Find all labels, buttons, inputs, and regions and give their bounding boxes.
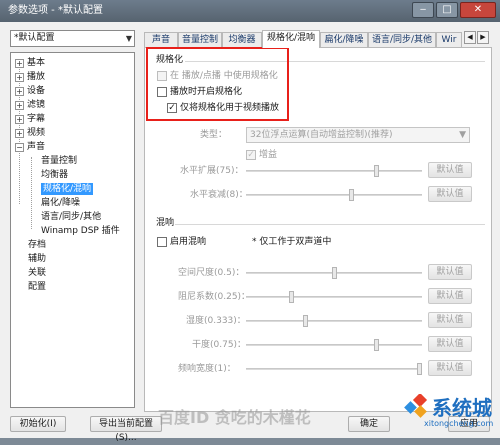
brand-name: 系统城 [432, 396, 492, 420]
stereo-only-note: * 仅工作于双声道中 [252, 237, 332, 247]
damping-label: 阻尼系数(0.25)： [178, 292, 251, 302]
tab-normalize-reverb[interactable]: 规格化/混响 [262, 30, 320, 48]
reverb-header: 混响 [156, 218, 175, 228]
width-slider[interactable] [246, 363, 422, 375]
slider-thumb [303, 315, 308, 327]
highlight-box [146, 47, 289, 121]
tab-audio[interactable]: 声音 [144, 32, 178, 47]
h-decay-slider[interactable] [246, 189, 422, 201]
room-size-label: 空间尺度(0.5)： [178, 268, 245, 278]
tree-item-device[interactable]: + 设备 [15, 85, 45, 97]
tree-item-assist[interactable]: 辅助 [28, 253, 46, 265]
brand-logo-icon [404, 394, 428, 418]
tree-item-archive[interactable]: 存档 [28, 239, 46, 251]
profile-select-value: *默认配置 [14, 33, 55, 43]
tree-item-winamp-dsp[interactable]: Winamp DSP 插件 [41, 225, 120, 237]
window-title: 参数选项 - *默认配置 [8, 5, 103, 16]
h-expand-label: 水平扩展(75)： [180, 166, 244, 176]
init-button[interactable]: 初始化(I) [10, 416, 66, 432]
room-size-default-button[interactable]: 默认值 [428, 264, 472, 280]
maximize-button[interactable]: □ [436, 2, 458, 18]
expand-icon: + [15, 101, 24, 110]
expand-icon: + [15, 115, 24, 124]
tab-flatten-denoise[interactable]: 扁化/降噪 [320, 32, 368, 47]
dry-slider[interactable] [246, 339, 422, 351]
watermark-text: 百度ID 贪吃的木槿花 [158, 408, 311, 427]
minimize-button[interactable]: ‒ [412, 2, 434, 18]
expand-icon: + [15, 59, 24, 68]
tree-item-config[interactable]: 配置 [28, 281, 46, 293]
profile-select[interactable]: *默认配置 ▼ [10, 30, 135, 47]
type-select-value: 32位浮点运算(自动增益控制)(推荐) [250, 130, 393, 140]
damping-default-button[interactable]: 默认值 [428, 288, 472, 304]
dry-label: 干度(0.75)： [192, 340, 247, 350]
tab-equalizer[interactable]: 均衡器 [222, 32, 262, 47]
tree-item-normalize-reverb[interactable]: 规格化/混响 [41, 183, 94, 195]
preferences-window: 参数选项 - *默认配置 ‒ □ ✕ *默认配置 ▼ + 基本 + 播放 + 设备 +… [0, 0, 500, 443]
tree-item-volume-control[interactable]: 音量控制 [41, 155, 77, 167]
close-button[interactable]: ✕ [460, 2, 496, 18]
tree-item-equalizer[interactable]: 均衡器 [41, 169, 68, 181]
slider-thumb [417, 363, 422, 375]
brand-url: xitongcheng.com [424, 419, 494, 428]
tree-item-subtitle[interactable]: + 字幕 [15, 113, 45, 125]
h-decay-default-button[interactable]: 默认值 [428, 186, 472, 202]
tree-item-flatten-denoise[interactable]: 扁化/降噪 [41, 197, 80, 209]
tree-item-filter[interactable]: + 滤镜 [15, 99, 45, 111]
gain-label: 增益 [259, 150, 278, 160]
gain-checkbox[interactable]: ✓ [246, 150, 256, 160]
slider-thumb [332, 267, 337, 279]
slider-thumb [374, 339, 379, 351]
tab-language-sync[interactable]: 语言/同步/其他 [368, 32, 436, 47]
enable-reverb-checkbox[interactable] [157, 237, 167, 247]
ok-button[interactable]: 确定 [348, 416, 390, 432]
tree-item-language-sync[interactable]: 语言/同步/其他 [41, 211, 101, 223]
chevron-down-icon: ▼ [125, 34, 132, 43]
type-select[interactable]: 32位浮点运算(自动增益控制)(推荐) ▼ [246, 127, 470, 143]
tab-winamp[interactable]: Wir [436, 32, 462, 47]
tree-item-basic[interactable]: + 基本 [15, 57, 45, 69]
tree-item-association[interactable]: 关联 [28, 267, 46, 279]
h-expand-slider[interactable] [246, 165, 422, 177]
chevron-down-icon: ▼ [459, 130, 466, 140]
tab-scroll-right-icon[interactable]: ▶ [477, 31, 489, 44]
enable-reverb-label: 启用混响 [170, 237, 207, 247]
category-tree: + 基本 + 播放 + 设备 + 滤镜 + 字幕 + 视频 − 声音 音量控制 均衡器 规格化… [10, 52, 135, 408]
tab-volume[interactable]: 音量控制 [178, 32, 222, 47]
collapse-icon: − [15, 143, 24, 152]
wet-default-button[interactable]: 默认值 [428, 312, 472, 328]
slider-thumb [374, 165, 379, 177]
slider-thumb [349, 189, 354, 201]
width-label: 频响宽度(1)： [178, 364, 236, 374]
tab-scroll-left-icon[interactable]: ◀ [464, 31, 476, 44]
damping-slider[interactable] [246, 291, 422, 303]
dry-default-button[interactable]: 默认值 [428, 336, 472, 352]
width-default-button[interactable]: 默认值 [428, 360, 472, 376]
h-decay-label: 水平衰减(8)： [190, 190, 248, 200]
tree-item-audio[interactable]: − 声音 [15, 141, 45, 153]
tree-item-playback[interactable]: + 播放 [15, 71, 45, 83]
room-size-slider[interactable] [246, 267, 422, 279]
expand-icon: + [15, 87, 24, 96]
title-bar: 参数选项 - *默认配置 ‒ □ ✕ [0, 0, 500, 22]
wet-slider[interactable] [246, 315, 422, 327]
h-expand-default-button[interactable]: 默认值 [428, 162, 472, 178]
wet-label: 湿度(0.333)： [186, 316, 246, 326]
expand-icon: + [15, 129, 24, 138]
export-config-button[interactable]: 导出当前配置(S)... [90, 416, 162, 443]
expand-icon: + [15, 73, 24, 82]
type-label: 类型： [200, 130, 228, 140]
slider-thumb [289, 291, 294, 303]
tree-item-video[interactable]: + 视频 [15, 127, 45, 139]
